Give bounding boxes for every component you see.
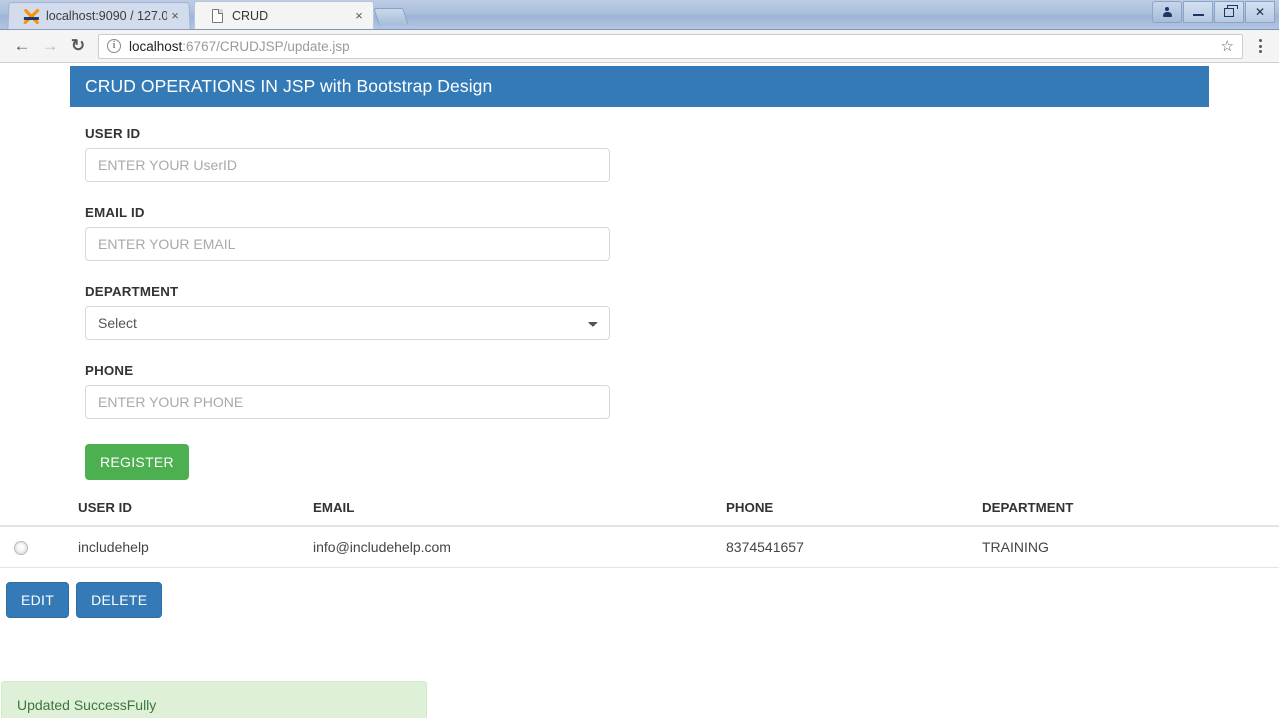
- table-header-row: USER ID EMAIL PHONE DEPARTMENT: [0, 492, 1279, 527]
- browser-menu-icon[interactable]: [1249, 33, 1271, 59]
- cell-user-id: includehelp: [70, 526, 305, 569]
- close-icon: ✕: [1254, 5, 1266, 19]
- page-content: CRUD OPERATIONS IN JSP with Bootstrap De…: [0, 64, 1279, 718]
- tab-title: localhost:9090 / 127.0.0.: [45, 9, 168, 24]
- registration-form: USER ID EMAIL ID DEPARTMENT Select PHONE…: [85, 126, 610, 480]
- tab-title: CRUD: [232, 8, 269, 23]
- bookmark-star-icon[interactable]: ☆: [1221, 37, 1234, 55]
- label-phone: PHONE: [85, 363, 134, 378]
- cell-department: TRAINING: [974, 526, 1279, 569]
- minimize-button[interactable]: [1183, 1, 1213, 23]
- restore-button[interactable]: [1214, 1, 1244, 23]
- browser-tab-crud[interactable]: CRUD ×: [194, 1, 374, 29]
- reload-button[interactable]: ↻: [64, 32, 92, 60]
- window-controls: ✕: [1152, 1, 1275, 23]
- users-table: USER ID EMAIL PHONE DEPARTMENT includehe…: [0, 492, 1279, 569]
- row-action-buttons: EDIT DELETE: [6, 582, 163, 618]
- forward-button[interactable]: →: [36, 32, 64, 60]
- edit-button[interactable]: EDIT: [6, 582, 70, 618]
- restore-icon: [1224, 4, 1238, 17]
- browser-tab-phpmyadmin[interactable]: localhost:9090 / 127.0.0. ×: [7, 2, 191, 30]
- tab-close-icon[interactable]: ×: [351, 8, 367, 24]
- person-icon: [1162, 6, 1172, 18]
- table-header-email: EMAIL: [305, 492, 718, 527]
- table-body: includehelp info@includehelp.com 8374541…: [0, 526, 1279, 569]
- table-header-department: DEPARTMENT: [974, 492, 1279, 527]
- row-radio-button[interactable]: [14, 541, 28, 556]
- label-email-id: EMAIL ID: [85, 205, 145, 220]
- url-text: localhost:6767/CRUDJSP/update.jsp: [129, 39, 350, 54]
- department-select[interactable]: Select: [85, 306, 610, 340]
- account-button[interactable]: [1152, 1, 1182, 23]
- delete-button[interactable]: DELETE: [76, 582, 163, 618]
- page-info-icon[interactable]: i: [107, 39, 121, 53]
- form-group-department: DEPARTMENT Select: [85, 284, 610, 340]
- form-group-email-id: EMAIL ID: [85, 205, 610, 261]
- form-group-user-id: USER ID: [85, 126, 610, 182]
- tab-close-icon[interactable]: ×: [167, 8, 184, 24]
- table-row[interactable]: includehelp info@includehelp.com 8374541…: [0, 526, 1279, 569]
- register-button[interactable]: REGISTER: [85, 444, 189, 480]
- address-bar[interactable]: i localhost:6767/CRUDJSP/update.jsp ☆: [98, 33, 1243, 59]
- table-header-phone: PHONE: [718, 492, 974, 527]
- alert-message: Updated SuccessFully: [17, 697, 157, 713]
- browser-titlebar: localhost:9090 / 127.0.0. × CRUD × ✕: [0, 0, 1279, 30]
- document-favicon-icon: [209, 8, 225, 24]
- page-title: CRUD OPERATIONS IN JSP with Bootstrap De…: [85, 76, 493, 96]
- reload-icon: ↻: [70, 36, 86, 55]
- label-department: DEPARTMENT: [85, 284, 179, 299]
- row-select-cell[interactable]: [0, 526, 70, 569]
- url-path: :6767/CRUDJSP/update.jsp: [182, 38, 350, 54]
- new-tab-button[interactable]: [373, 8, 409, 25]
- minimize-icon: [1192, 14, 1204, 16]
- success-alert: Updated SuccessFully: [1, 681, 427, 718]
- browser-window: localhost:9090 / 127.0.0. × CRUD × ✕ ← →…: [0, 0, 1279, 718]
- back-arrow-icon: ←: [13, 36, 31, 55]
- table-header-select: [0, 492, 70, 527]
- browser-toolbar: ← → ↻ i localhost:6767/CRUDJSP/update.js…: [0, 30, 1279, 63]
- user-id-input[interactable]: [85, 148, 610, 182]
- label-user-id: USER ID: [85, 126, 141, 141]
- close-window-button[interactable]: ✕: [1245, 1, 1275, 23]
- email-id-input[interactable]: [85, 227, 610, 261]
- forward-arrow-icon: →: [41, 36, 59, 55]
- url-host: localhost: [129, 38, 183, 54]
- back-button[interactable]: ←: [8, 32, 36, 60]
- cell-phone: 8374541657: [718, 526, 974, 569]
- table-header-user-id: USER ID: [70, 492, 305, 527]
- table-head: USER ID EMAIL PHONE DEPARTMENT: [0, 492, 1279, 527]
- form-group-phone: PHONE: [85, 363, 610, 419]
- phpmyadmin-favicon-icon: [23, 8, 40, 24]
- phone-input[interactable]: [85, 385, 610, 419]
- cell-email: info@includehelp.com: [305, 526, 718, 569]
- page-header-banner: CRUD OPERATIONS IN JSP with Bootstrap De…: [70, 66, 1209, 107]
